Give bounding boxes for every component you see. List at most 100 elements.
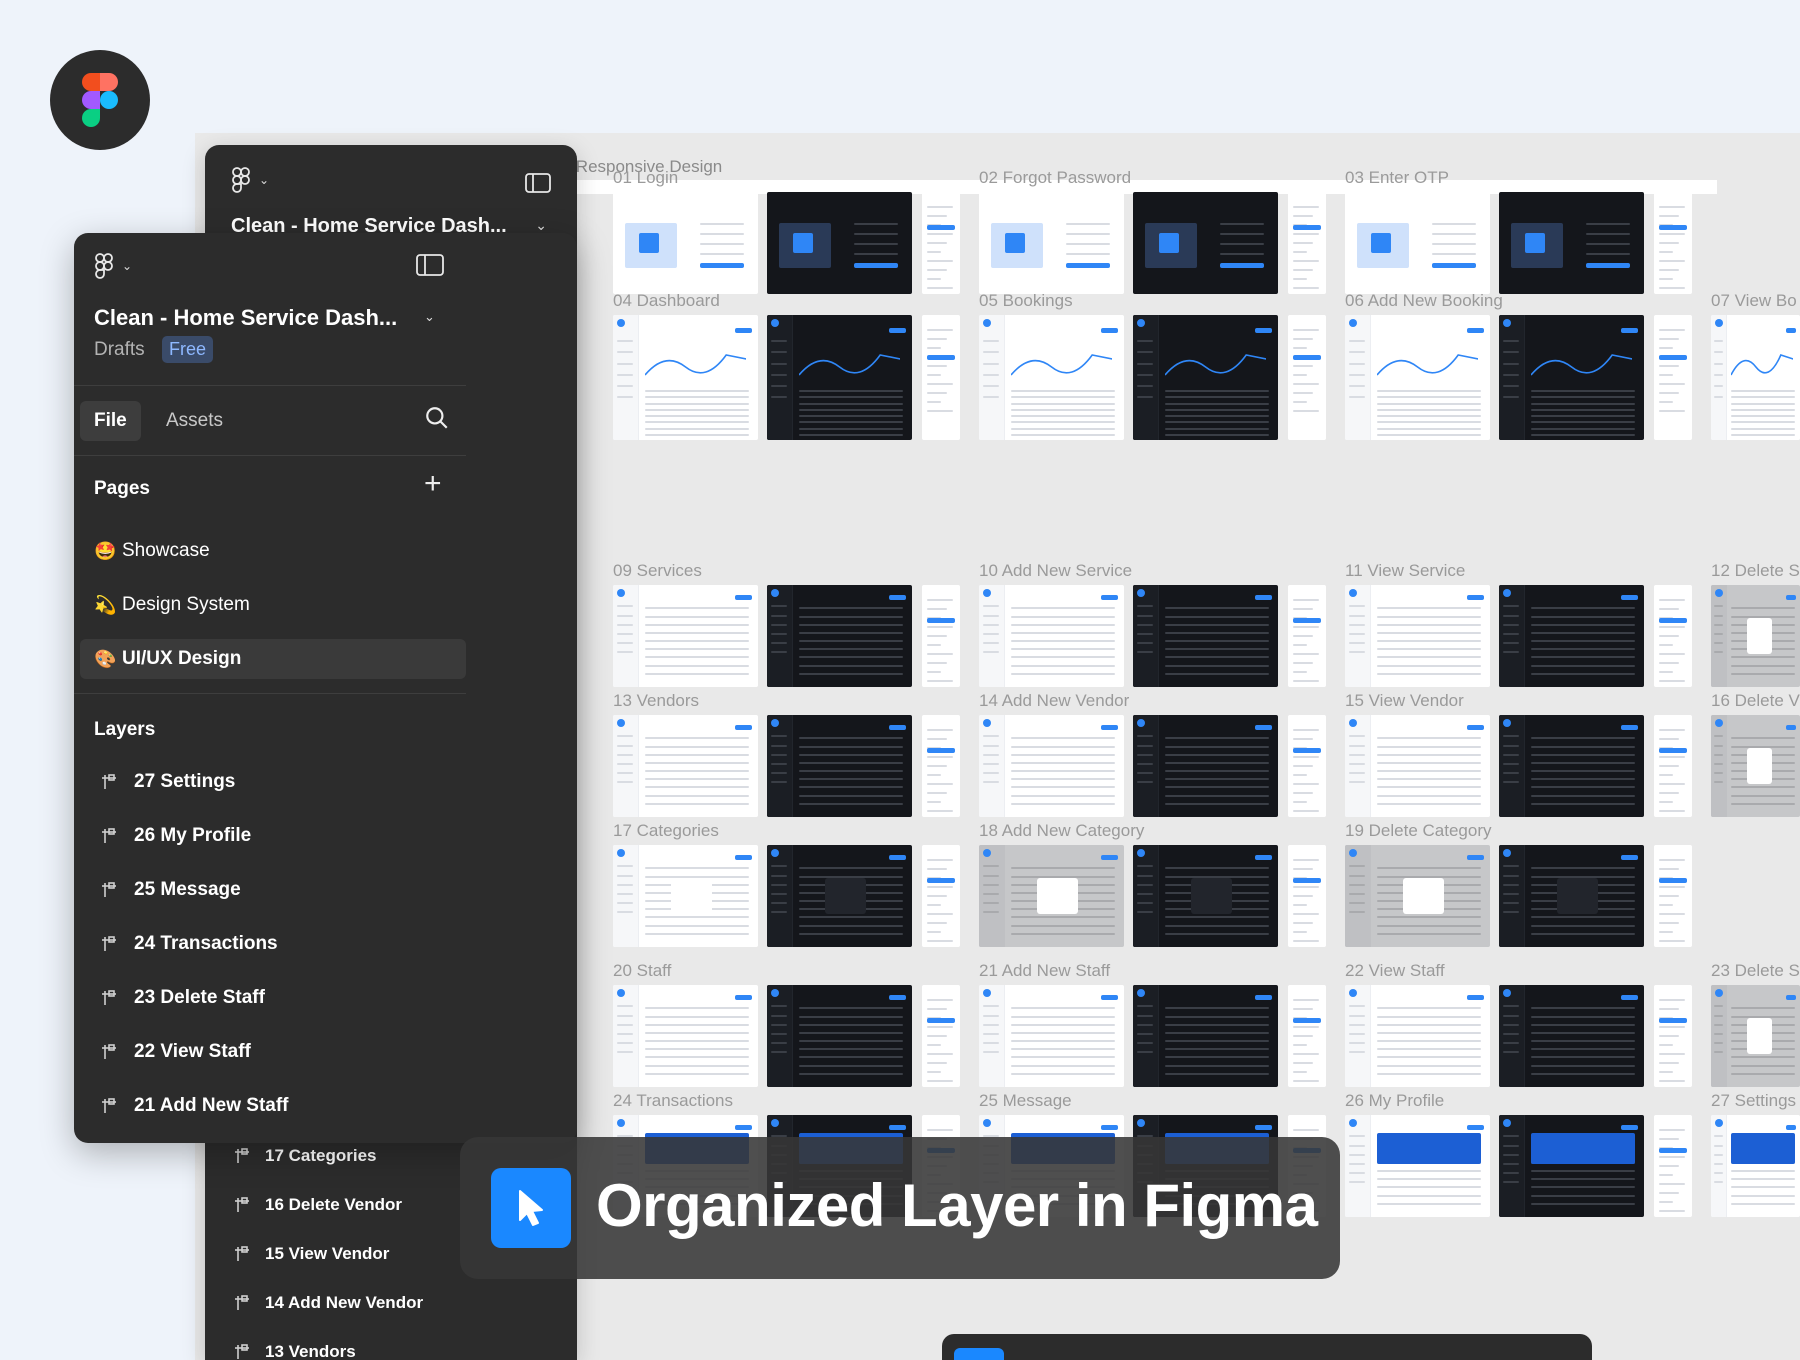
frame-thumbnail[interactable] <box>1133 585 1278 687</box>
frame-thumbnail[interactable] <box>922 715 960 817</box>
frame-thumbnail[interactable] <box>613 192 758 294</box>
frame-thumbnail[interactable] <box>767 315 912 440</box>
layer-item[interactable]: 21 Add New Staff <box>100 1095 289 1117</box>
file-title[interactable]: Clean - Home Service Dash... <box>94 305 397 331</box>
frame-thumbnail[interactable] <box>1711 1115 1800 1217</box>
frame-thumbnail[interactable] <box>767 985 912 1087</box>
frame-thumbnail[interactable] <box>1133 715 1278 817</box>
frame-label[interactable]: 13 Vendors <box>613 691 699 711</box>
frame-label[interactable]: 10 Add New Service <box>979 561 1132 581</box>
frame-thumbnail[interactable] <box>1345 715 1490 817</box>
frame-thumbnail[interactable] <box>1499 715 1644 817</box>
frame-thumbnail[interactable] <box>922 585 960 687</box>
search-icon[interactable] <box>424 405 450 431</box>
frame-label[interactable]: 17 Categories <box>613 821 719 841</box>
frame-thumbnail[interactable] <box>1345 845 1490 947</box>
frame-thumbnail[interactable] <box>1133 985 1278 1087</box>
frame-thumbnail[interactable] <box>1345 192 1490 294</box>
sidebar-toggle-icon[interactable] <box>416 254 444 276</box>
frame-label[interactable]: 20 Staff <box>613 961 671 981</box>
frame-thumbnail[interactable] <box>1499 845 1644 947</box>
frame-thumbnail[interactable] <box>1288 192 1326 294</box>
frame-thumbnail[interactable] <box>1288 845 1326 947</box>
frame-thumbnail[interactable] <box>767 585 912 687</box>
frame-label[interactable]: 24 Transactions <box>613 1091 733 1111</box>
layer-item[interactable]: 27 Settings <box>100 771 235 793</box>
layer-item[interactable]: 15 View Vendor <box>233 1244 389 1264</box>
layer-item[interactable]: 14 Add New Vendor <box>233 1293 423 1313</box>
frame-thumbnail[interactable] <box>613 715 758 817</box>
frame-thumbnail[interactable] <box>1345 315 1490 440</box>
frame-thumbnail[interactable] <box>979 985 1124 1087</box>
frame-thumbnail[interactable] <box>1654 985 1692 1087</box>
frame-thumbnail[interactable] <box>1654 585 1692 687</box>
tab-assets[interactable]: Assets <box>166 410 223 432</box>
frame-thumbnail[interactable] <box>979 585 1124 687</box>
frame-thumbnail[interactable] <box>767 192 912 294</box>
frame-thumbnail[interactable] <box>1499 985 1644 1087</box>
frame-thumbnail[interactable] <box>767 715 912 817</box>
frame-label[interactable]: 01 Login <box>613 168 678 188</box>
frame-label[interactable]: 23 Delete S <box>1711 961 1800 981</box>
frame-thumbnail[interactable] <box>1288 985 1326 1087</box>
frame-thumbnail[interactable] <box>1133 315 1278 440</box>
frame-label[interactable]: 25 Message <box>979 1091 1072 1111</box>
layer-item[interactable]: 17 Categories <box>233 1146 377 1166</box>
main-menu-button[interactable]: ⌄ <box>94 253 132 279</box>
frame-thumbnail[interactable] <box>1654 1115 1692 1217</box>
file-location[interactable]: Drafts <box>94 339 145 361</box>
frame-label[interactable]: 15 View Vendor <box>1345 691 1464 711</box>
frame-label[interactable]: 22 View Staff <box>1345 961 1445 981</box>
frame-label[interactable]: 03 Enter OTP <box>1345 168 1449 188</box>
layer-item[interactable]: 26 My Profile <box>100 825 251 847</box>
frame-thumbnail[interactable] <box>979 315 1124 440</box>
chevron-down-icon[interactable]: ⌄ <box>424 309 435 325</box>
frame-thumbnail[interactable] <box>1499 585 1644 687</box>
add-page-icon[interactable]: + <box>424 469 442 499</box>
page-item[interactable]: 🎨 UI/UX Design <box>80 639 466 679</box>
frame-thumbnail[interactable] <box>979 715 1124 817</box>
frame-label[interactable]: 04 Dashboard <box>613 291 720 311</box>
layer-item[interactable]: 13 Vendors <box>233 1342 356 1360</box>
frame-thumbnail[interactable] <box>613 315 758 440</box>
chevron-down-icon[interactable]: ⌄ <box>535 217 547 234</box>
frame-thumbnail[interactable] <box>1345 1115 1490 1217</box>
frame-thumbnail[interactable] <box>1499 315 1644 440</box>
frame-thumbnail[interactable] <box>1711 985 1800 1087</box>
frame-label[interactable]: 21 Add New Staff <box>979 961 1110 981</box>
frame-label[interactable]: 19 Delete Category <box>1345 821 1491 841</box>
frame-thumbnail[interactable] <box>1345 585 1490 687</box>
frame-label[interactable]: 11 View Service <box>1345 561 1465 581</box>
frame-thumbnail[interactable] <box>1133 192 1278 294</box>
sidebar-toggle-icon[interactable] <box>525 173 551 193</box>
frame-label[interactable]: 16 Delete V <box>1711 691 1800 711</box>
frame-thumbnail[interactable] <box>979 192 1124 294</box>
frame-thumbnail[interactable] <box>1499 192 1644 294</box>
frame-thumbnail[interactable] <box>1654 715 1692 817</box>
frame-label[interactable]: 06 Add New Booking <box>1345 291 1503 311</box>
frame-thumbnail[interactable] <box>613 585 758 687</box>
tab-file[interactable]: File <box>80 401 141 441</box>
frame-thumbnail[interactable] <box>1288 715 1326 817</box>
frame-thumbnail[interactable] <box>1288 315 1326 440</box>
frame-label[interactable]: 14 Add New Vendor <box>979 691 1129 711</box>
main-menu-button[interactable]: ⌄ <box>231 167 269 193</box>
frame-thumbnail[interactable] <box>1499 1115 1644 1217</box>
frame-thumbnail[interactable] <box>1711 585 1800 687</box>
frame-thumbnail[interactable] <box>767 845 912 947</box>
frame-thumbnail[interactable] <box>922 315 960 440</box>
frame-thumbnail[interactable] <box>979 845 1124 947</box>
move-tool-button[interactable] <box>954 1348 1004 1360</box>
frame-thumbnail[interactable] <box>1654 192 1692 294</box>
frame-thumbnail[interactable] <box>1133 845 1278 947</box>
layer-item[interactable]: 24 Transactions <box>100 933 278 955</box>
frame-label[interactable]: 02 Forgot Password <box>979 168 1131 188</box>
frame-thumbnail[interactable] <box>922 845 960 947</box>
frame-label[interactable]: 12 Delete S <box>1711 561 1800 581</box>
layer-item[interactable]: 16 Delete Vendor <box>233 1195 402 1215</box>
frame-label[interactable]: 05 Bookings <box>979 291 1073 311</box>
layer-item[interactable]: 23 Delete Staff <box>100 987 265 1009</box>
layer-item[interactable]: 25 Message <box>100 879 241 901</box>
layer-item[interactable]: 22 View Staff <box>100 1041 251 1063</box>
frame-thumbnail[interactable] <box>1654 315 1692 440</box>
